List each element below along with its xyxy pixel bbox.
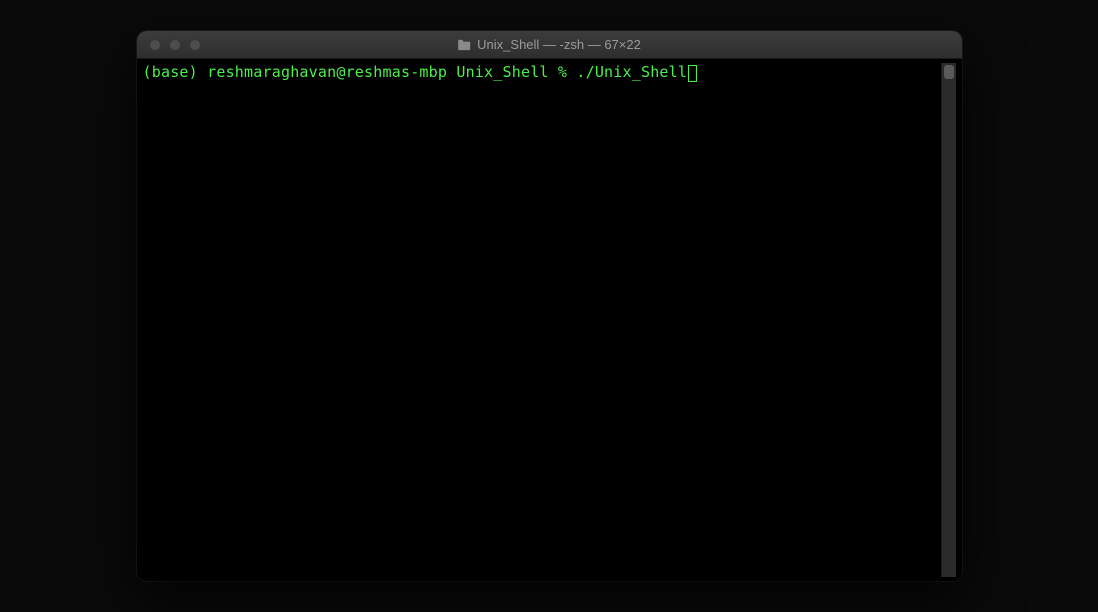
terminal-content[interactable]: (base) reshmaraghavan@reshmas-mbp Unix_S… [143,63,941,577]
window-title: Unix_Shell — -zsh — 67×22 [477,37,641,52]
command-input: ./Unix_Shell [576,63,687,81]
scrollbar-thumb[interactable] [944,65,954,79]
minimize-button[interactable] [169,39,181,51]
traffic-lights [149,39,201,51]
shell-prompt: (base) reshmaraghavan@reshmas-mbp Unix_S… [143,63,577,81]
terminal-body[interactable]: (base) reshmaraghavan@reshmas-mbp Unix_S… [137,59,962,581]
terminal-window: Unix_Shell — -zsh — 67×22 (base) reshmar… [137,31,962,581]
maximize-button[interactable] [189,39,201,51]
window-title-container: Unix_Shell — -zsh — 67×22 [457,37,641,52]
cursor [688,65,697,82]
scrollbar[interactable] [941,63,956,577]
titlebar[interactable]: Unix_Shell — -zsh — 67×22 [137,31,962,59]
folder-icon [457,39,471,51]
close-button[interactable] [149,39,161,51]
